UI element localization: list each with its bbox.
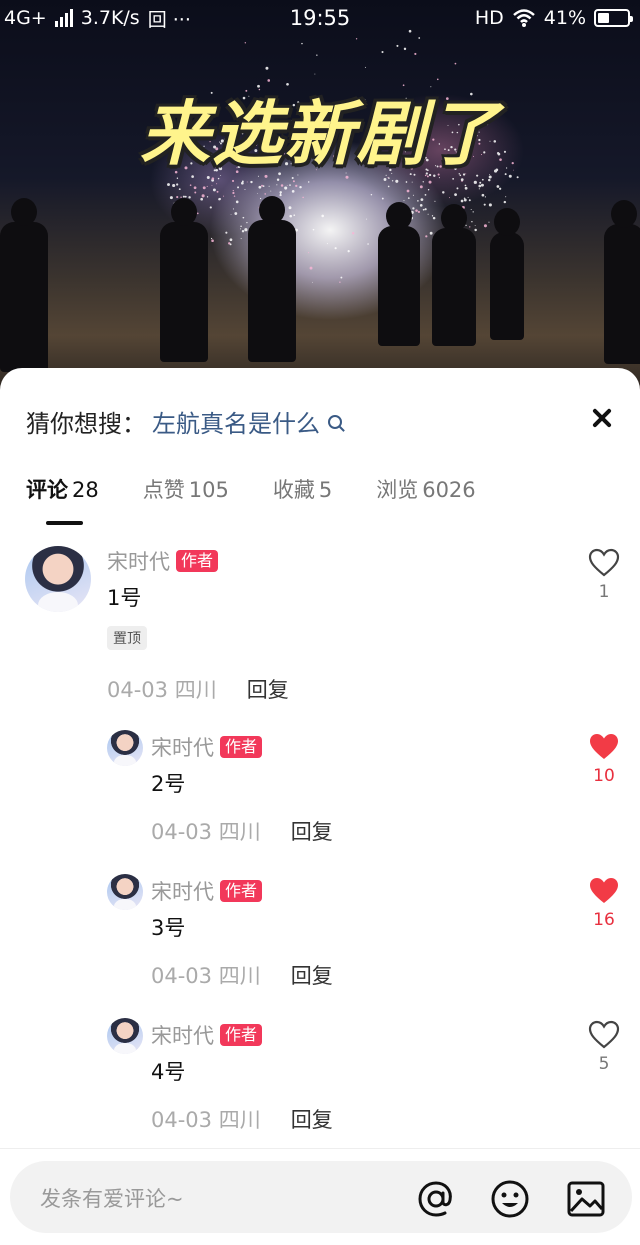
heart-outline-icon: [588, 548, 620, 577]
avatar[interactable]: [107, 874, 143, 910]
status-bar: 4G+ 3.7K/s 回 ··· 19:55 HD 41%: [0, 0, 640, 36]
person-silhouette: [378, 226, 420, 346]
comment-author[interactable]: 宋时代 作者: [151, 1020, 263, 1050]
reply-button[interactable]: 回复: [291, 960, 333, 990]
like-count: 1: [598, 582, 610, 602]
comment-date-location: 04-03 四川: [151, 964, 261, 988]
like-button[interactable]: 10: [586, 732, 622, 786]
author-badge: 作者: [176, 550, 219, 572]
comment-author[interactable]: 宋时代 作者: [107, 546, 219, 576]
comment-author[interactable]: 宋时代 作者: [151, 876, 263, 906]
person-silhouette: [0, 222, 48, 372]
author-name: 宋时代: [151, 880, 214, 904]
person-silhouette: [248, 220, 296, 362]
network-speed: 3.7K/s: [80, 7, 140, 29]
like-count: 16: [593, 910, 615, 930]
comment-text[interactable]: 2号: [151, 768, 185, 798]
tab-comments[interactable]: 评论 28: [26, 474, 99, 504]
pinned-badge: 置顶: [107, 626, 147, 650]
person-silhouette: [432, 228, 476, 346]
like-button[interactable]: 16: [586, 876, 622, 930]
person-silhouette: [604, 224, 640, 364]
tab-label: 点赞: [142, 478, 185, 502]
author-name: 宋时代: [151, 1024, 214, 1048]
battery-percent: 41%: [543, 7, 586, 29]
tab-count: 6026: [422, 478, 476, 502]
author-name: 宋时代: [107, 550, 170, 574]
heart-outline-icon: [588, 1020, 620, 1049]
suggest-label: 猜你想搜：: [26, 410, 146, 438]
reply-button[interactable]: 回复: [247, 674, 289, 704]
tab-views[interactable]: 浏览 6026: [376, 474, 475, 504]
avatar[interactable]: [107, 730, 143, 766]
tab-label: 收藏: [272, 478, 315, 502]
author-name: 宋时代: [151, 736, 214, 760]
person-silhouette: [490, 232, 524, 340]
suggest-keyword[interactable]: 左航真名是什么: [152, 404, 320, 439]
tab-indicator: [46, 521, 83, 525]
status-extra: 回 ···: [147, 8, 191, 31]
avatar[interactable]: [25, 546, 91, 612]
reply-button[interactable]: 回复: [291, 816, 333, 846]
video-player[interactable]: 来选新剧了: [0, 0, 640, 395]
wifi-icon: [512, 9, 535, 27]
tab-count: 105: [188, 478, 229, 502]
comment-date-location: 04-03 四川: [151, 820, 261, 844]
like-button[interactable]: 5: [586, 1020, 622, 1074]
at-icon[interactable]: [416, 1179, 456, 1219]
comment-date-location: 04-03 四川: [151, 1108, 261, 1132]
tab-label: 评论: [26, 478, 68, 502]
search-suggestion[interactable]: 猜你想搜： 左航真名是什么: [26, 404, 342, 439]
tab-likes[interactable]: 点赞 105: [143, 474, 229, 504]
comment-sheet: 猜你想搜： 左航真名是什么 评论 28 点赞 105 收藏 5 浏览 6026 宋时代 …: [0, 368, 640, 1245]
tab-favorites[interactable]: 收藏 5: [273, 474, 332, 504]
fireworks-image: [166, 29, 519, 283]
close-icon[interactable]: [588, 404, 616, 432]
comment-text[interactable]: 3号: [151, 912, 185, 942]
comment-placeholder: 发条有爱评论~: [40, 1187, 184, 1211]
search-icon: [328, 414, 342, 429]
network-type: 4G+: [4, 7, 47, 29]
author-badge: 作者: [220, 736, 263, 758]
comment-date-location: 04-03 四川: [107, 678, 217, 702]
comment-author[interactable]: 宋时代 作者: [151, 732, 263, 762]
tab-bar: 评论 28 点赞 105 收藏 5 浏览 6026: [26, 474, 476, 504]
person-silhouette: [160, 222, 208, 362]
heart-filled-icon: [590, 734, 618, 759]
reply-button[interactable]: 回复: [291, 1104, 333, 1134]
tab-label: 浏览: [376, 478, 419, 502]
tab-count: 28: [72, 478, 99, 502]
signal-icon: [54, 9, 73, 27]
like-count: 10: [593, 766, 615, 786]
avatar[interactable]: [107, 1018, 143, 1054]
comment-input-bar: 发条有爱评论~: [0, 1148, 640, 1245]
like-button[interactable]: 1: [586, 548, 622, 602]
like-count: 5: [598, 1054, 610, 1074]
comment-text[interactable]: 4号: [151, 1056, 185, 1086]
battery-icon: [594, 9, 633, 27]
comment-meta: 04-03 四川 回复: [151, 960, 333, 990]
comment-meta: 04-03 四川 回复: [151, 1104, 333, 1134]
tab-count: 5: [318, 478, 333, 502]
emoji-icon[interactable]: [490, 1179, 530, 1219]
author-badge: 作者: [220, 880, 263, 902]
image-icon[interactable]: [566, 1179, 606, 1219]
comment-input[interactable]: 发条有爱评论~: [10, 1161, 632, 1233]
comment-meta: 04-03 四川 回复: [151, 816, 333, 846]
hd-indicator: HD: [474, 7, 504, 29]
heart-filled-icon: [590, 878, 618, 903]
comment-meta: 04-03 四川 回复: [107, 674, 289, 704]
video-title: 来选新剧了: [140, 93, 500, 175]
author-badge: 作者: [220, 1024, 263, 1046]
comment-text[interactable]: 1号: [107, 582, 141, 612]
